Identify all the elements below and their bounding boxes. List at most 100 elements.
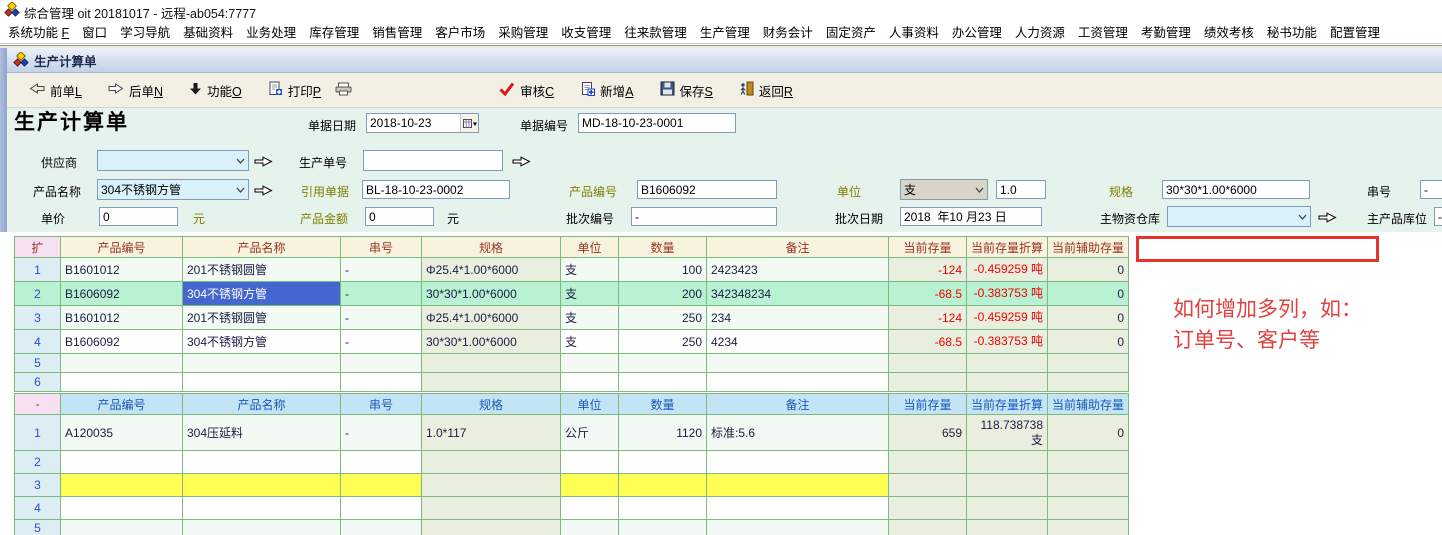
audit-button[interactable]: 审核C bbox=[498, 81, 554, 100]
grid1-cell-r5-unit[interactable] bbox=[561, 354, 619, 373]
grid2-cell-r5-conv[interactable] bbox=[967, 520, 1048, 535]
grid1-cell-r5-serial[interactable] bbox=[341, 354, 422, 373]
grid1-rownum-2[interactable]: 2 bbox=[15, 282, 61, 306]
grid1-cell-r1-stock[interactable]: -124 bbox=[889, 258, 967, 282]
menu-item-20[interactable]: 秘书功能 bbox=[1267, 22, 1317, 41]
grid1-cell-r2-serial[interactable]: - bbox=[341, 282, 422, 306]
grid2-cell-r5-name[interactable] bbox=[183, 520, 341, 535]
grid2-cell-r3-aux[interactable] bbox=[1048, 474, 1129, 497]
supplier-combobox[interactable] bbox=[97, 150, 249, 171]
product-name-lookup-icon[interactable] bbox=[254, 183, 274, 196]
grid2-cell-r3-code[interactable] bbox=[61, 474, 183, 497]
grid1-cell-r2-name[interactable]: 304不锈钢方管 bbox=[183, 282, 341, 306]
grid1-cell-r2-unit[interactable]: 支 bbox=[561, 282, 619, 306]
return-button[interactable]: 返回R bbox=[739, 81, 793, 100]
grid2-cell-r5-unit[interactable] bbox=[561, 520, 619, 535]
grid2-cell-r1-aux[interactable]: 0 bbox=[1048, 415, 1129, 451]
ref-doc-input[interactable] bbox=[362, 180, 510, 199]
grid2-cell-r1-spec[interactable]: 1.0*117 bbox=[422, 415, 561, 451]
batch-no-input[interactable] bbox=[631, 207, 777, 226]
printer-button[interactable] bbox=[335, 82, 352, 99]
grid1-cell-r2-code[interactable]: B1606092 bbox=[61, 282, 183, 306]
print-button[interactable]: 打印P bbox=[268, 81, 321, 100]
grid2-cell-r3-unit[interactable] bbox=[561, 474, 619, 497]
grid2-cell-r4-spec[interactable] bbox=[422, 497, 561, 520]
menu-item-15[interactable]: 办公管理 bbox=[952, 22, 1002, 41]
grid1-cell-r5-conv[interactable] bbox=[967, 354, 1048, 373]
menu-item-1[interactable]: 窗口 bbox=[82, 22, 107, 41]
grid1-cell-r3-unit[interactable]: 支 bbox=[561, 306, 619, 330]
grid1-cell-r5-code[interactable] bbox=[61, 354, 183, 373]
grid1-cell-r5-aux[interactable] bbox=[1048, 354, 1129, 373]
grid1-cell-r4-aux[interactable]: 0 bbox=[1048, 330, 1129, 354]
grid2-cell-r1-code[interactable]: A120035 bbox=[61, 415, 183, 451]
grid1-cell-r3-qty[interactable]: 250 bbox=[619, 306, 707, 330]
grid1-corner-toggle[interactable]: 扩 bbox=[15, 237, 61, 258]
product-code-input[interactable] bbox=[637, 180, 777, 199]
grid1-cell-r3-note[interactable]: 234 bbox=[707, 306, 889, 330]
grid1-cell-r6-conv[interactable] bbox=[967, 373, 1048, 392]
spec-input[interactable] bbox=[1162, 180, 1310, 199]
warehouse-lookup-icon[interactable] bbox=[1318, 210, 1338, 223]
menu-item-7[interactable]: 客户市场 bbox=[435, 22, 485, 41]
grid2-rownum-2[interactable]: 2 bbox=[15, 451, 61, 474]
grid2-cell-r1-name[interactable]: 304压延料 bbox=[183, 415, 341, 451]
menu-item-0[interactable]: 系统功能 F bbox=[8, 22, 69, 41]
grid1-cell-r5-name[interactable] bbox=[183, 354, 341, 373]
grid2-cell-r4-code[interactable] bbox=[61, 497, 183, 520]
grid2-cell-r3-serial[interactable] bbox=[341, 474, 422, 497]
functions-button[interactable]: 功能O bbox=[189, 81, 242, 100]
grid1-cell-r4-spec[interactable]: 30*30*1.00*6000 bbox=[422, 330, 561, 354]
grid1-cell-r5-spec[interactable] bbox=[422, 354, 561, 373]
batch-date-input[interactable] bbox=[900, 207, 1042, 226]
grid1-rownum-3[interactable]: 3 bbox=[15, 306, 61, 330]
grid2-cell-r2-code[interactable] bbox=[61, 451, 183, 474]
grid2-rownum-4[interactable]: 4 bbox=[15, 497, 61, 520]
grid2-cell-r2-conv[interactable] bbox=[967, 451, 1048, 474]
grid2-cell-r2-unit[interactable] bbox=[561, 451, 619, 474]
grid2-cell-r1-serial[interactable]: - bbox=[341, 415, 422, 451]
grid1-cell-r6-aux[interactable] bbox=[1048, 373, 1129, 392]
grid2-cell-r1-note[interactable]: 标准:5.6 bbox=[707, 415, 889, 451]
grid1-cell-r4-name[interactable]: 304不锈钢方管 bbox=[183, 330, 341, 354]
grid2-cell-r4-serial[interactable] bbox=[341, 497, 422, 520]
grid1-cell-r6-code[interactable] bbox=[61, 373, 183, 392]
grid1-cell-r1-spec[interactable]: Φ25.4*1.00*6000 bbox=[422, 258, 561, 282]
calendar-dropdown-button[interactable] bbox=[460, 114, 478, 132]
grid1-cell-r6-stock[interactable] bbox=[889, 373, 967, 392]
grid2-cell-r3-conv[interactable] bbox=[967, 474, 1048, 497]
grid1-cell-r3-serial[interactable]: - bbox=[341, 306, 422, 330]
location-input[interactable] bbox=[1434, 207, 1442, 226]
grid2-cell-r5-qty[interactable] bbox=[619, 520, 707, 535]
grid1-rownum-4[interactable]: 4 bbox=[15, 330, 61, 354]
grid1-cell-r4-code[interactable]: B1606092 bbox=[61, 330, 183, 354]
grid2-cell-r1-stock[interactable]: 659 bbox=[889, 415, 967, 451]
menu-item-10[interactable]: 往来款管理 bbox=[624, 22, 687, 41]
grid1-cell-r4-qty[interactable]: 250 bbox=[619, 330, 707, 354]
menu-item-4[interactable]: 业务处理 bbox=[246, 22, 296, 41]
menu-item-13[interactable]: 固定资产 bbox=[826, 22, 876, 41]
menu-item-17[interactable]: 工资管理 bbox=[1078, 22, 1128, 41]
menu-item-21[interactable]: 配置管理 bbox=[1330, 22, 1380, 41]
grid1-cell-r4-serial[interactable]: - bbox=[341, 330, 422, 354]
supplier-lookup-icon[interactable] bbox=[254, 154, 274, 167]
menu-item-14[interactable]: 人事资料 bbox=[889, 22, 939, 41]
grid1-cell-r3-stock[interactable]: -124 bbox=[889, 306, 967, 330]
price-input[interactable] bbox=[99, 207, 178, 226]
menu-item-3[interactable]: 基础资料 bbox=[183, 22, 233, 41]
grid1-cell-r1-name[interactable]: 201不锈钢圆管 bbox=[183, 258, 341, 282]
menu-item-19[interactable]: 绩效考核 bbox=[1204, 22, 1254, 41]
new-button[interactable]: 新增A bbox=[580, 81, 633, 100]
amount-input[interactable] bbox=[365, 207, 434, 226]
grid2-corner-toggle[interactable]: - bbox=[15, 394, 61, 415]
menu-item-11[interactable]: 生产管理 bbox=[700, 22, 750, 41]
grid2-cell-r1-qty[interactable]: 1120 bbox=[619, 415, 707, 451]
grid2-cell-r3-stock[interactable] bbox=[889, 474, 967, 497]
grid2-cell-r2-serial[interactable] bbox=[341, 451, 422, 474]
grid1-cell-r2-note[interactable]: 342348234 bbox=[707, 282, 889, 306]
grid1-cell-r6-qty[interactable] bbox=[619, 373, 707, 392]
grid1-cell-r1-aux[interactable]: 0 bbox=[1048, 258, 1129, 282]
grid1-cell-r1-conv[interactable]: -0.459259 吨 bbox=[967, 258, 1048, 282]
grid1-cell-r1-note[interactable]: 2423423 bbox=[707, 258, 889, 282]
prod-order-lookup-icon[interactable] bbox=[512, 154, 532, 167]
